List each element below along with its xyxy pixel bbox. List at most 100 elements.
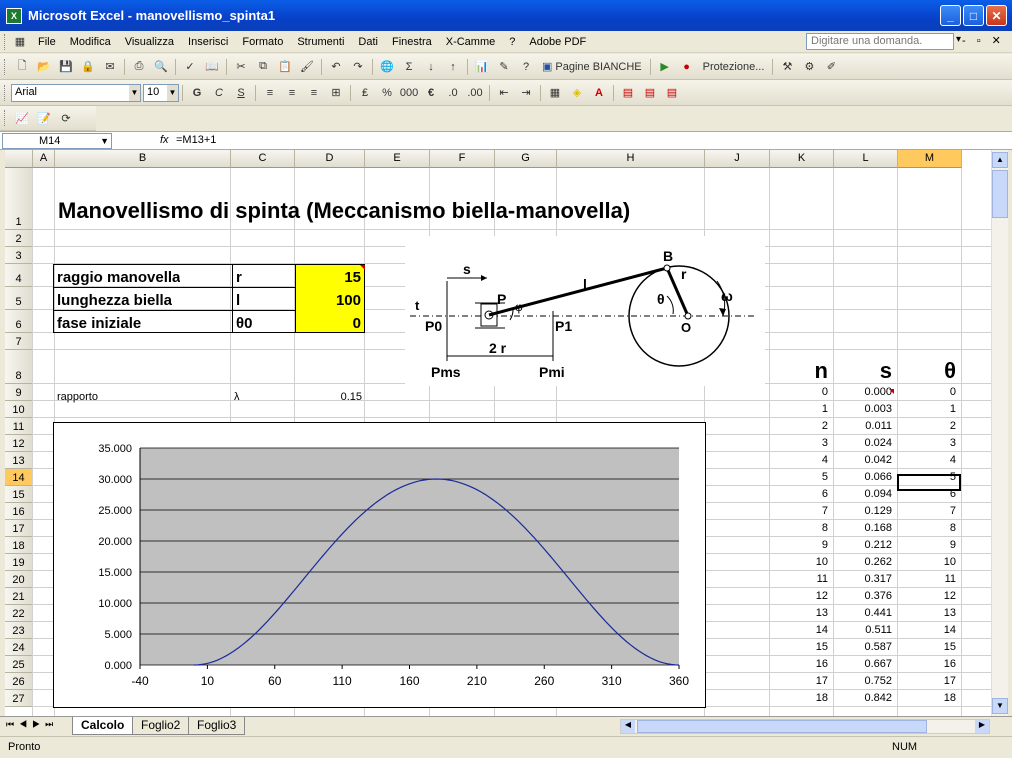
refresh-icon[interactable]: ⟳ bbox=[57, 109, 75, 127]
row-header-21[interactable]: 21 bbox=[5, 588, 33, 605]
spelling-icon[interactable]: ✓ bbox=[181, 58, 199, 76]
column-header-g[interactable]: G bbox=[495, 150, 557, 168]
record-icon[interactable]: ● bbox=[678, 58, 696, 76]
table-cell[interactable]: 1 bbox=[898, 403, 956, 415]
column-header-b[interactable]: B bbox=[55, 150, 231, 168]
copy-icon[interactable]: ⧉ bbox=[254, 58, 272, 76]
tab-nav-icons[interactable]: ⏮◀▶⏭ bbox=[6, 719, 58, 730]
menu--item[interactable]: ? bbox=[502, 36, 522, 48]
table-cell[interactable]: 10 bbox=[770, 556, 828, 568]
table-cell[interactable]: 9 bbox=[770, 539, 828, 551]
cut-icon[interactable]: ✂ bbox=[232, 58, 250, 76]
row-header-14[interactable]: 14 bbox=[5, 469, 33, 486]
row-header-12[interactable]: 12 bbox=[5, 435, 33, 452]
row-header-27[interactable]: 27 bbox=[5, 690, 33, 707]
pdf-icon[interactable]: ▤ bbox=[619, 84, 637, 102]
table-cell[interactable]: 16 bbox=[770, 658, 828, 670]
research-icon[interactable]: 📖 bbox=[203, 58, 221, 76]
table-cell[interactable]: 12 bbox=[770, 590, 828, 602]
table-cell[interactable]: 0.042 bbox=[834, 454, 892, 466]
rapporto-sym[interactable]: λ bbox=[234, 391, 240, 403]
percent-icon[interactable]: % bbox=[378, 84, 396, 102]
table-cell[interactable]: 1 bbox=[770, 403, 828, 415]
new-icon[interactable]: 🗋 bbox=[13, 58, 31, 76]
run-icon[interactable]: ▶ bbox=[656, 58, 674, 76]
save-icon[interactable]: 💾 bbox=[57, 58, 75, 76]
select-all-corner[interactable] bbox=[5, 150, 33, 168]
table-cell[interactable]: 0.511 bbox=[834, 624, 892, 636]
fx-icon[interactable]: fx bbox=[160, 134, 169, 146]
column-header-m[interactable]: M bbox=[898, 150, 962, 168]
inc-decimal-icon[interactable]: .0 bbox=[444, 84, 462, 102]
protezione-button[interactable]: Protezione... bbox=[700, 58, 768, 76]
italic-icon[interactable]: C bbox=[210, 84, 228, 102]
column-header-f[interactable]: F bbox=[430, 150, 495, 168]
table-cell[interactable]: 0.262 bbox=[834, 556, 892, 568]
table-cell[interactable]: 0.011 bbox=[834, 420, 892, 432]
menu-file-item[interactable]: File bbox=[31, 36, 63, 48]
row-header-6[interactable]: 6 bbox=[5, 310, 33, 333]
table-cell[interactable]: 7 bbox=[898, 505, 956, 517]
column-header-j[interactable]: J bbox=[705, 150, 770, 168]
column-header-a[interactable]: A bbox=[33, 150, 55, 168]
menu-xcamme-item[interactable]: X-Camme bbox=[439, 36, 503, 48]
help-search-input[interactable]: Digitare una domanda. bbox=[806, 33, 954, 50]
table-cell[interactable]: 3 bbox=[770, 437, 828, 449]
row-header-24[interactable]: 24 bbox=[5, 639, 33, 656]
tab-calcolo[interactable]: Calcolo bbox=[72, 717, 134, 735]
param-sym-theta[interactable]: θ0 bbox=[236, 315, 252, 332]
redo-icon[interactable]: ↷ bbox=[349, 58, 367, 76]
table-cell[interactable]: 2 bbox=[898, 420, 956, 432]
param-value-l[interactable]: 100 bbox=[296, 292, 361, 309]
name-box[interactable]: M14 ▼ bbox=[2, 133, 112, 149]
underline-icon[interactable]: S bbox=[232, 84, 250, 102]
table-cell[interactable]: 10 bbox=[898, 556, 956, 568]
row-header-25[interactable]: 25 bbox=[5, 656, 33, 673]
table-cell[interactable]: 0.667 bbox=[834, 658, 892, 670]
row-header-4[interactable]: 4 bbox=[5, 264, 33, 287]
tool-b-icon[interactable]: ⚙ bbox=[800, 58, 818, 76]
row-header-13[interactable]: 13 bbox=[5, 452, 33, 469]
row-header-18[interactable]: 18 bbox=[5, 537, 33, 554]
chart-wizard-icon[interactable]: 📈 bbox=[13, 109, 31, 127]
table-cell[interactable]: 13 bbox=[770, 607, 828, 619]
pdf-review-icon[interactable]: ▤ bbox=[663, 84, 681, 102]
table-cell[interactable]: 18 bbox=[898, 692, 956, 704]
worksheet-grid[interactable]: ABCDEFGHJKLM 1 2 3 4 5 6 7 8 9 10 11 12 13 14 15 16 17 18… bbox=[5, 150, 991, 716]
pagine-bianche-button[interactable]: ▣ Pagine BIANCHE bbox=[539, 58, 645, 76]
column-header-l[interactable]: L bbox=[834, 150, 898, 168]
table-cell[interactable]: 0 bbox=[898, 386, 956, 398]
dec-decimal-icon[interactable]: .00 bbox=[466, 84, 484, 102]
scroll-thumb[interactable] bbox=[992, 170, 1008, 218]
doc-window-controls[interactable]: - ▫ ✕ bbox=[962, 34, 1005, 47]
sort-desc-icon[interactable]: ↑ bbox=[444, 58, 462, 76]
table-cell[interactable]: 11 bbox=[770, 573, 828, 585]
row-header-17[interactable]: 17 bbox=[5, 520, 33, 537]
table-cell[interactable]: 0.376 bbox=[834, 590, 892, 602]
table-cell[interactable]: 0.066 bbox=[834, 471, 892, 483]
row-header-22[interactable]: 22 bbox=[5, 605, 33, 622]
param-label-l[interactable]: lunghezza biella bbox=[57, 292, 172, 309]
align-left-icon[interactable]: ≡ bbox=[261, 84, 279, 102]
menu-dati-item[interactable]: Dati bbox=[351, 36, 385, 48]
column-header-d[interactable]: D bbox=[295, 150, 365, 168]
merge-icon[interactable]: ⊞ bbox=[327, 84, 345, 102]
table-cell[interactable]: 11 bbox=[898, 573, 956, 585]
rapporto-label[interactable]: rapporto bbox=[57, 391, 98, 403]
maximize-button[interactable]: □ bbox=[963, 5, 984, 26]
table-header-theta[interactable]: θ bbox=[898, 358, 956, 384]
tool-c-icon[interactable]: ✐ bbox=[822, 58, 840, 76]
edit-icon[interactable]: 📝 bbox=[35, 109, 53, 127]
tab-foglio2[interactable]: Foglio2 bbox=[132, 717, 190, 735]
font-color-icon[interactable]: A bbox=[590, 84, 608, 102]
open-icon[interactable]: 📂 bbox=[35, 58, 53, 76]
borders-icon[interactable]: ▦ bbox=[546, 84, 564, 102]
table-cell[interactable]: 0 bbox=[770, 386, 828, 398]
minimize-button[interactable]: _ bbox=[940, 5, 961, 26]
row-header-16[interactable]: 16 bbox=[5, 503, 33, 520]
table-cell[interactable]: 3 bbox=[898, 437, 956, 449]
email-icon[interactable]: ✉ bbox=[101, 58, 119, 76]
tab-foglio3[interactable]: Foglio3 bbox=[188, 717, 246, 735]
table-cell[interactable]: 0.000 bbox=[834, 386, 892, 398]
row-header-15[interactable]: 15 bbox=[5, 486, 33, 503]
